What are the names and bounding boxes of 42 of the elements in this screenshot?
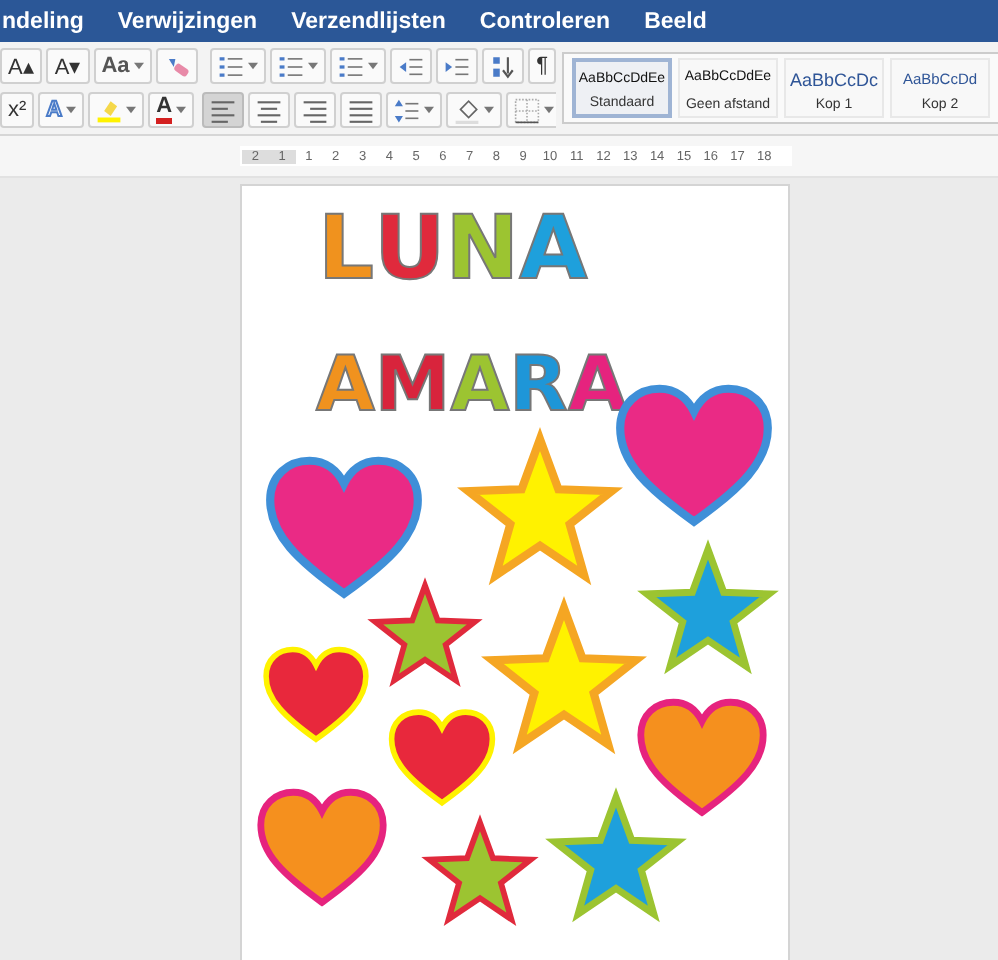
- paint-bucket-icon: [454, 97, 481, 123]
- format-button[interactable]: A▾: [46, 48, 90, 84]
- format-button[interactable]: x²: [0, 92, 35, 128]
- eraser-icon: [163, 53, 190, 79]
- format-button[interactable]: A: [148, 92, 195, 128]
- align-icon: [302, 97, 329, 123]
- mirrored-word: AMARA: [316, 340, 627, 428]
- align-icon: [348, 97, 375, 123]
- toolbar-button[interactable]: [482, 48, 525, 84]
- format-button[interactable]: ¶: [528, 48, 556, 84]
- style-preview: AaBbCcDc: [789, 70, 878, 90]
- ribbon-tab[interactable]: Beeld: [644, 9, 707, 33]
- toolbar-button[interactable]: [390, 48, 433, 84]
- ribbon-tab[interactable]: ndeling: [2, 9, 84, 33]
- format-button[interactable]: A▴: [0, 48, 43, 84]
- mirrored-word: LUNA: [318, 198, 588, 300]
- toolbar-button[interactable]: [436, 48, 479, 84]
- toolbar-button[interactable]: [210, 48, 267, 84]
- toolbar-button[interactable]: [248, 92, 291, 128]
- borders-icon: [514, 97, 541, 123]
- toolbar-button[interactable]: [506, 92, 556, 128]
- indent-icon: [398, 53, 425, 79]
- ribbon-tab[interactable]: Verzendlijsten: [291, 9, 446, 33]
- toolbar-button[interactable]: [294, 92, 337, 128]
- align-icon: [210, 97, 237, 123]
- toolbar-button[interactable]: [330, 48, 387, 84]
- toolbar-button[interactable]: [270, 48, 327, 84]
- indent-icon: [444, 53, 471, 79]
- sort-icon: [490, 53, 517, 79]
- format-button[interactable]: Aa: [93, 48, 152, 84]
- highlighter-icon: [96, 97, 123, 123]
- toolbar-button[interactable]: [446, 92, 503, 128]
- ribbon-tab[interactable]: Controleren: [479, 9, 611, 33]
- list-icon: [338, 53, 365, 79]
- line-spacing-icon: [394, 97, 421, 123]
- toolbar-button[interactable]: [340, 92, 383, 128]
- list-icon: [278, 53, 305, 79]
- toolbar-button[interactable]: [202, 92, 245, 128]
- align-icon: [256, 97, 283, 123]
- list-icon: [218, 53, 245, 79]
- ribbon-tab[interactable]: Verwijzingen: [117, 9, 258, 33]
- toolbar-button[interactable]: [386, 92, 443, 128]
